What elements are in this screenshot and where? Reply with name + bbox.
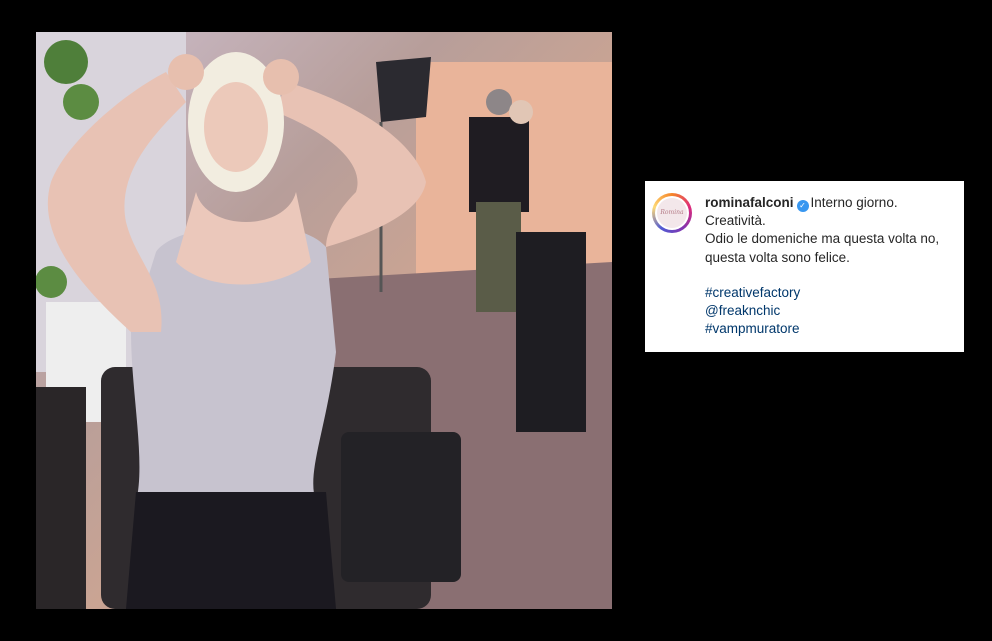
post-photo[interactable] — [36, 32, 612, 609]
caption-card: Romina rominafalconi ✓ Interno giorno. Cre… — [645, 181, 964, 352]
softbox — [376, 57, 431, 122]
avatar-logo: Romina — [657, 198, 687, 228]
caption-line-3: Odio le domeniche ma questa volta no, — [705, 231, 940, 247]
mention-link-freaknchic[interactable]: @freaknchic — [705, 302, 952, 320]
post-photo-illustration — [36, 32, 612, 609]
verified-badge-icon: ✓ — [796, 200, 809, 212]
hashtag-link-vampmuratore[interactable]: #vampmuratore — [705, 320, 952, 338]
avatar[interactable]: Romina — [652, 193, 692, 233]
caption-line-2: Creatività. — [705, 213, 766, 229]
caption-line-1: Interno giorno. — [810, 195, 898, 210]
caption-first-line: rominafalconi ✓ Interno giorno. — [705, 194, 952, 212]
username-link[interactable]: rominafalconi — [705, 195, 794, 210]
hashtag-link-creativefactory[interactable]: #creativefactory — [705, 284, 952, 302]
caption-line-4: questa volta sono felice. — [705, 249, 850, 265]
